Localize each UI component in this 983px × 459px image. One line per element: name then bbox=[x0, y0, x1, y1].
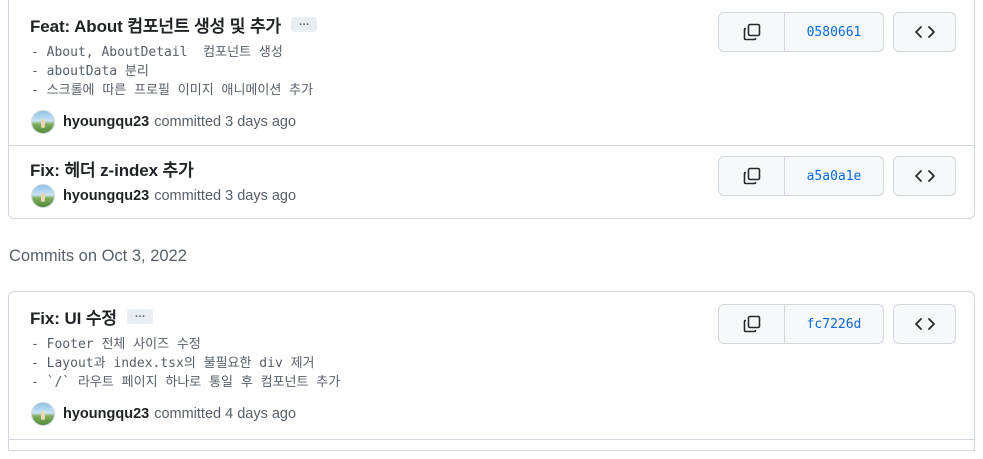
author-link[interactable]: hyoungqu23 bbox=[63, 114, 149, 130]
copy-icon bbox=[743, 167, 760, 185]
author-link[interactable]: hyoungqu23 bbox=[63, 406, 149, 422]
author-link[interactable]: hyoungqu23 bbox=[63, 188, 149, 204]
commit-description: - About, AboutDetail 컴포넌트 생성 - aboutData… bbox=[31, 45, 314, 98]
commits-date-header: Commits on Oct 3, 2022 bbox=[9, 247, 187, 265]
avatar[interactable] bbox=[31, 184, 55, 208]
commit-item-partial bbox=[9, 439, 974, 459]
commit-meta: hyoungqu23 committed 3 days ago bbox=[31, 184, 296, 208]
expand-description-button[interactable]: … bbox=[126, 309, 153, 324]
commit-sha-button-group: a5a0a1e bbox=[718, 156, 884, 196]
commit-group: Feat: About 컴포넌트 생성 및 추가 … - About, Abou… bbox=[8, 0, 975, 219]
commit-title-row: Fix: UI 수정 … bbox=[30, 304, 153, 329]
code-icon bbox=[914, 26, 935, 38]
commit-meta: hyoungqu23 committed 4 days ago bbox=[31, 402, 296, 426]
expand-description-button[interactable]: … bbox=[291, 17, 318, 32]
commit-title-link[interactable]: Feat: About 컴포넌트 생성 및 추가 bbox=[30, 12, 281, 37]
code-icon bbox=[914, 318, 935, 330]
commit-description: - Footer 전체 사이즈 수정 - Layout과 index.tsx의 … bbox=[31, 337, 341, 390]
commit-time: committed 4 days ago bbox=[154, 406, 297, 422]
commit-item: Fix: 헤더 z-index 추가 hyoungqu23 committed … bbox=[9, 145, 974, 219]
commit-title-link[interactable]: Fix: UI 수정 bbox=[30, 304, 117, 329]
commit-time: committed 3 days ago bbox=[154, 114, 297, 130]
commit-time: committed 3 days ago bbox=[154, 188, 297, 204]
copy-icon bbox=[743, 23, 760, 41]
commit-sha-link[interactable]: 0580661 bbox=[785, 13, 883, 51]
browse-repo-button[interactable] bbox=[893, 156, 956, 196]
commit-item: Fix: UI 수정 … - Footer 전체 사이즈 수정 - Layout… bbox=[9, 292, 974, 439]
commit-item: Feat: About 컴포넌트 생성 및 추가 … - About, Abou… bbox=[9, 0, 974, 145]
commit-sha-link[interactable]: fc7226d bbox=[785, 305, 883, 343]
commit-title-row: Feat: About 컴포넌트 생성 및 추가 … bbox=[30, 12, 318, 37]
commit-sha-button-group: 0580661 bbox=[718, 12, 884, 52]
commit-group: Fix: UI 수정 … - Footer 전체 사이즈 수정 - Layout… bbox=[8, 291, 975, 451]
avatar[interactable] bbox=[31, 402, 55, 426]
commit-meta: hyoungqu23 committed 3 days ago bbox=[31, 110, 296, 134]
copy-sha-button[interactable] bbox=[719, 305, 785, 343]
commit-sha-link[interactable]: a5a0a1e bbox=[785, 157, 883, 195]
code-icon bbox=[914, 170, 935, 182]
copy-sha-button[interactable] bbox=[719, 157, 785, 195]
browse-repo-button[interactable] bbox=[893, 12, 956, 52]
browse-repo-button[interactable] bbox=[893, 304, 956, 344]
copy-sha-button[interactable] bbox=[719, 13, 785, 51]
avatar[interactable] bbox=[31, 110, 55, 134]
commit-sha-button-group: fc7226d bbox=[718, 304, 884, 344]
commit-title-link[interactable]: Fix: 헤더 z-index 추가 bbox=[30, 156, 194, 181]
copy-icon bbox=[743, 315, 760, 333]
commit-title-row: Fix: 헤더 z-index 추가 bbox=[30, 156, 194, 181]
